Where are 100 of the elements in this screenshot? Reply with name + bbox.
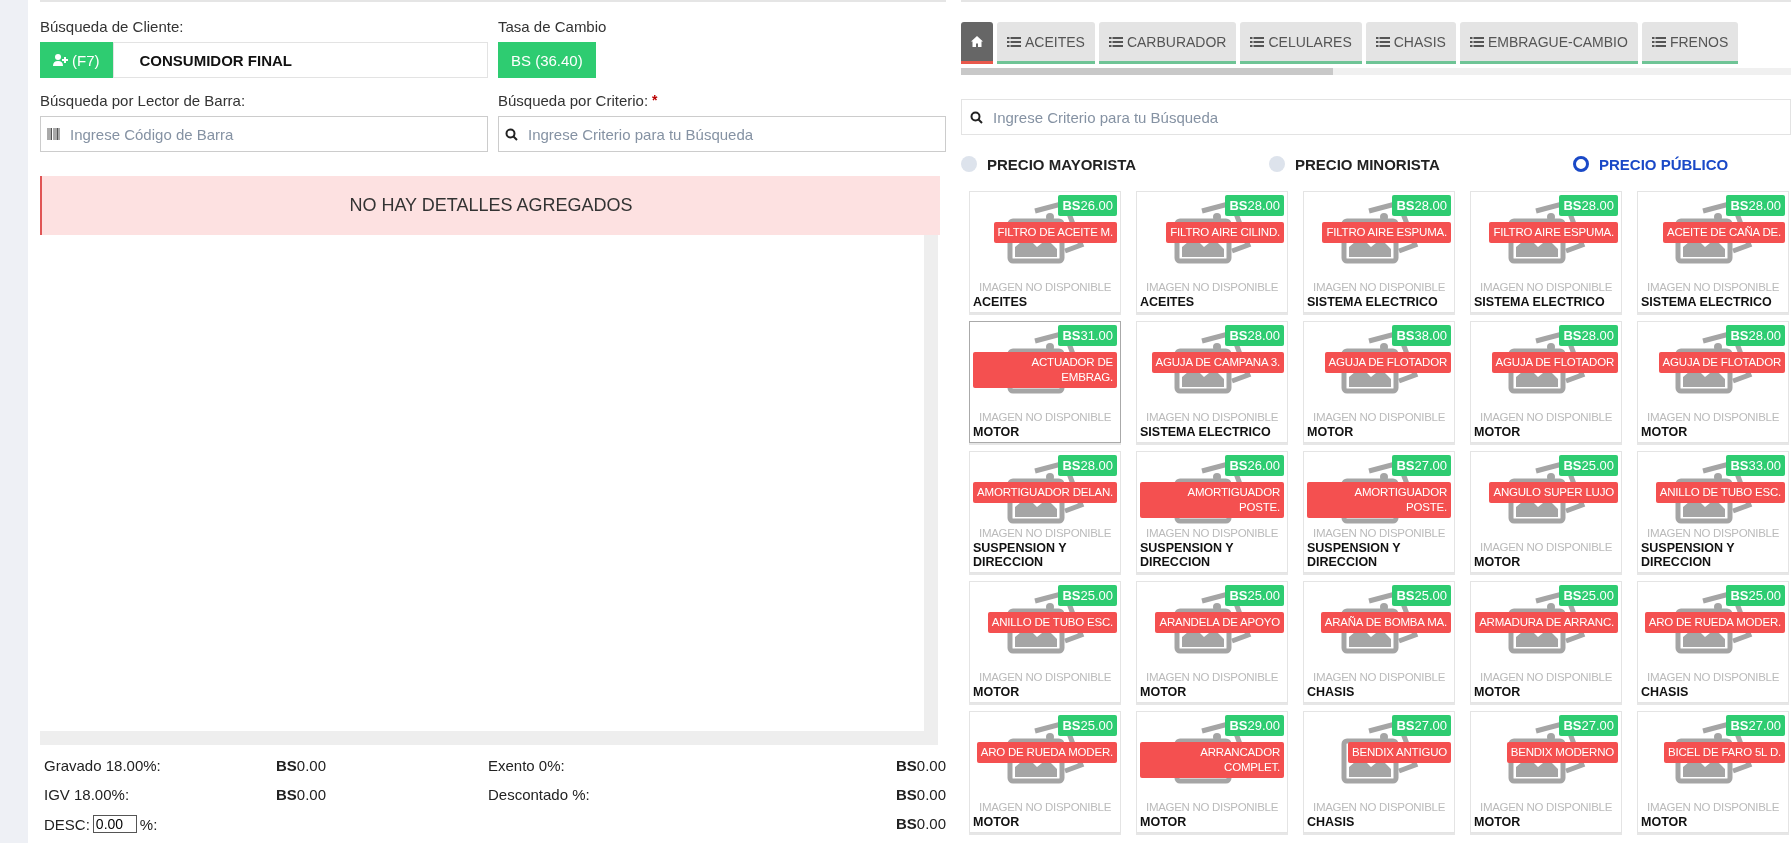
price-badge: BS27.00 [1392, 455, 1451, 476]
image-unavailable-text: IMAGEN NO DISPONIBLE [979, 281, 1111, 293]
required-mark: * [652, 92, 658, 109]
product-card[interactable]: BS27.00 AMORTIGUADOR POSTE. IMAGEN NO DISPONIBLE SUSPENSION Y DIRECCION [1303, 451, 1455, 573]
product-card[interactable]: BS25.00 ARAÑA DE BOMBA MA. IMAGEN NO DISPONIBLE CHASIS [1303, 581, 1455, 703]
product-search-input[interactable]: Ingrese Criterio para tu Búsqueda [991, 107, 1790, 127]
criteria-search-field[interactable]: Ingrese Criterio para tu Búsqueda [498, 116, 946, 152]
list-icon [1250, 36, 1265, 47]
list-icon [1651, 36, 1666, 47]
product-name-badge: ARO DE RUEDA MODER. [1644, 612, 1785, 633]
category-tab[interactable]: ACEITES [997, 22, 1095, 64]
product-search-field[interactable]: Ingrese Criterio para tu Búsqueda [961, 99, 1791, 135]
product-name-badge: FILTRO AIRE CILIND. [1166, 222, 1284, 243]
category-tab[interactable]: CELULARES [1240, 22, 1362, 64]
product-card[interactable]: BS28.00 FILTRO AIRE CILIND. IMAGEN NO DISPONIBLE ACEITES [1136, 191, 1288, 313]
product-category: CHASIS [1641, 685, 1690, 699]
product-card[interactable]: BS28.00 FILTRO AIRE ESPUMA. IMAGEN NO DISPONIBLE SISTEMA ELECTRICO [1303, 191, 1455, 313]
product-name-badge: AMORTIGUADOR POSTE. [1307, 482, 1451, 518]
product-card[interactable]: BS25.00 ARMADURA DE ARRANC. IMAGEN NO DISPONIBLE MOTOR [1470, 581, 1622, 703]
discount-field[interactable]: 0.00 [92, 815, 137, 833]
price-radio[interactable]: PRECIO MAYORISTA [961, 155, 1269, 173]
barcode-field[interactable]: Ingrese Código de Barra [40, 116, 488, 152]
image-unavailable-text: IMAGEN NO DISPONIBLE [1480, 411, 1612, 423]
price-badge: BS25.00 [1225, 585, 1284, 606]
product-card[interactable]: BS33.00 ANILLO DE TUBO ESC. IMAGEN NO DISPONIBLE SUSPENSION Y DIRECCION [1637, 451, 1789, 573]
product-name-badge: ANILLO DE TUBO ESC. [987, 612, 1117, 633]
search-icon [505, 127, 518, 141]
category-tab[interactable]: EMBRAGUE-CAMBIO [1459, 22, 1638, 64]
summary-label: Gravado 18.00%: [44, 757, 162, 774]
image-unavailable-text: IMAGEN NO DISPONIBLE [1480, 281, 1612, 293]
product-card[interactable]: BS28.00 AGUJA DE FLOTADOR IMAGEN NO DISPONIBLE MOTOR [1470, 321, 1622, 443]
image-unavailable-text: IMAGEN NO DISPONIBLE [1146, 801, 1278, 813]
product-card[interactable]: BS31.00 ACTUADOR DE EMBRAG. IMAGEN NO DISPONIBLE MOTOR [969, 321, 1121, 443]
product-name-badge: ARRANCADOR COMPLET. [1140, 742, 1284, 778]
summary-label: IGV 18.00%: [44, 786, 131, 803]
product-card[interactable]: BS25.00 ARANDELA DE APOYO IMAGEN NO DISPONIBLE MOTOR [1136, 581, 1288, 703]
image-unavailable-text: IMAGEN NO DISPONIBLE [1647, 411, 1779, 423]
product-card[interactable]: BS28.00 FILTRO AIRE ESPUMA. IMAGEN NO DISPONIBLE SISTEMA ELECTRICO [1470, 191, 1622, 313]
image-unavailable-text: IMAGEN NO DISPONIBLE [979, 671, 1111, 683]
product-card[interactable]: BS25.00 ANGULO SUPER LUJO IMAGEN NO DISPONIBLE MOTOR [1470, 451, 1622, 573]
product-card[interactable]: BS28.00 AGUJA DE FLOTADOR IMAGEN NO DISPONIBLE MOTOR [1637, 321, 1789, 443]
product-card[interactable]: BS28.00 AGUJA DE CAMPANA 3. IMAGEN NO DISPONIBLE SISTEMA ELECTRICO [1136, 321, 1288, 443]
image-unavailable-text: IMAGEN NO DISPONIBLE [1313, 801, 1445, 813]
image-unavailable-text: IMAGEN NO DISPONIBLE [1480, 801, 1612, 813]
product-card[interactable]: BS27.00 BENDIX MODERNO IMAGEN NO DISPONIBLE MOTOR [1470, 711, 1622, 833]
summary-label: DESC: [44, 815, 90, 833]
price-badge: BS28.00 [1559, 195, 1618, 216]
product-name-badge: AGUJA DE FLOTADOR [1658, 352, 1785, 373]
price-radio[interactable]: PRECIO MINORISTA [1269, 155, 1573, 173]
product-card[interactable]: BS38.00 AGUJA DE FLOTADOR IMAGEN NO DISPONIBLE MOTOR [1303, 321, 1455, 443]
product-name-badge: AMORTIGUADOR DELAN. [973, 482, 1117, 503]
product-category: MOTOR [973, 815, 1021, 829]
client-field[interactable]: CONSUMIDOR FINAL [112, 42, 488, 78]
product-category: MOTOR [1140, 685, 1188, 699]
product-card[interactable]: BS25.00 ARO DE RUEDA MODER. IMAGEN NO DISPONIBLE MOTOR [969, 711, 1121, 833]
category-tab[interactable]: CARBURADOR [1098, 22, 1237, 64]
price-badge: BS38.00 [1392, 325, 1451, 346]
price-badge: BS31.00 [1058, 325, 1117, 346]
product-category: CHASIS [1307, 685, 1356, 699]
product-category: SUSPENSION Y DIRECCION [1140, 541, 1235, 569]
field-label: Búsqueda de Cliente: [40, 18, 185, 35]
product-name-badge: AMORTIGUADOR POSTE. [1140, 482, 1284, 518]
product-card[interactable]: BS27.00 BICEL DE FARO 5L D. IMAGEN NO DISPONIBLE MOTOR [1637, 711, 1789, 833]
price-badge: BS33.00 [1726, 455, 1785, 476]
product-category: CHASIS [1307, 815, 1356, 829]
product-name-badge: ANGULO SUPER LUJO [1489, 482, 1618, 503]
product-name-badge: FILTRO AIRE ESPUMA. [1489, 222, 1618, 243]
barcode-input[interactable]: Ingrese Código de Barra [68, 124, 487, 144]
product-card[interactable]: BS25.00 ARO DE RUEDA MODER. IMAGEN NO DISPONIBLE CHASIS [1637, 581, 1789, 703]
product-name-badge: ACTUADOR DE EMBRAG. [973, 352, 1117, 388]
image-unavailable-text: IMAGEN NO DISPONIBLE [1647, 671, 1779, 683]
price-badge: BS27.00 [1726, 715, 1785, 736]
product-card[interactable]: BS26.00 AMORTIGUADOR POSTE. IMAGEN NO DISPONIBLE SUSPENSION Y DIRECCION [1136, 451, 1288, 573]
price-badge: BS29.00 [1225, 715, 1284, 736]
price-badge: BS25.00 [1559, 585, 1618, 606]
list-icon [1108, 36, 1123, 47]
product-category: ACEITES [1140, 295, 1196, 309]
product-card[interactable]: BS28.00 AMORTIGUADOR DELAN. IMAGEN NO DISPONIBLE SUSPENSION Y DIRECCION [969, 451, 1121, 573]
list-icon [1007, 36, 1021, 47]
scrollbar-thumb[interactable] [961, 68, 1333, 75]
product-card[interactable]: BS26.00 FILTRO DE ACEITE M. IMAGEN NO DISPONIBLE ACEITES [969, 191, 1121, 313]
category-tab[interactable]: FRENOS [1641, 22, 1739, 64]
price-badge: BS25.00 [1726, 585, 1785, 606]
summary-value: BS0.00 [276, 757, 328, 774]
home-tab[interactable] [961, 22, 993, 64]
product-card[interactable]: BS28.00 ACEITE DE CAÑA DE. IMAGEN NO DISPONIBLE SISTEMA ELECTRICO [1637, 191, 1789, 313]
summary-value: BS0.00 [894, 757, 947, 774]
list-icon [1469, 36, 1484, 47]
image-unavailable-text: IMAGEN NO DISPONIBLE [1146, 671, 1278, 683]
category-tab[interactable]: CHASIS [1365, 22, 1456, 64]
product-category: MOTOR [1474, 815, 1522, 829]
product-card[interactable]: BS27.00 BENDIX ANTIGUO IMAGEN NO DISPONIBLE CHASIS [1303, 711, 1455, 833]
product-name-badge: ARAÑA DE BOMBA MA. [1320, 612, 1451, 633]
image-unavailable-text: IMAGEN NO DISPONIBLE [1313, 281, 1445, 293]
criteria-search-input[interactable]: Ingrese Criterio para tu Búsqueda [526, 124, 945, 144]
product-name-badge: AGUJA DE FLOTADOR [1324, 352, 1451, 373]
product-card[interactable]: BS25.00 ANILLO DE TUBO ESC. IMAGEN NO DISPONIBLE MOTOR [969, 581, 1121, 703]
product-category: SISTEMA ELECTRICO [1641, 295, 1773, 309]
price-radio[interactable]: PRECIO PÚBLICO [1573, 155, 1791, 173]
product-card[interactable]: BS29.00 ARRANCADOR COMPLET. IMAGEN NO DISPONIBLE MOTOR [1136, 711, 1288, 833]
